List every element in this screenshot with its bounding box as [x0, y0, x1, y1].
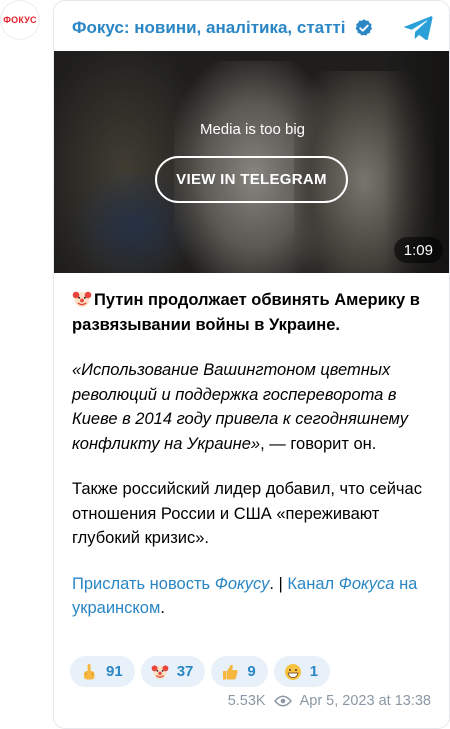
telegram-logo-icon[interactable] — [403, 15, 433, 41]
media-too-big-note: Media is too big — [199, 121, 306, 138]
thumbs-up-icon — [221, 663, 239, 681]
telegram-post-card: Фокус: новини, аналітика, статті Media i… — [53, 0, 450, 729]
clown-face-icon — [151, 663, 169, 681]
post-date[interactable]: Apr 5, 2023 at 13:38 — [300, 693, 431, 709]
reaction-count: 9 — [247, 663, 256, 680]
post-links-paragraph: Прислать новость Фокусу. | Канал Фокуса … — [72, 572, 432, 621]
reaction-count: 91 — [106, 663, 123, 680]
post-lead-paragraph: Путин продолжает обвинять Америку в разв… — [72, 288, 432, 337]
post-text: Путин продолжает обвинять Америку в разв… — [72, 288, 432, 642]
reaction-grinning[interactable]: 1 — [273, 656, 331, 687]
clown-face-icon — [72, 289, 92, 309]
channel-avatar[interactable]: ФОКУС — [0, 0, 40, 40]
post-quote-paragraph: «Использование Вашингтоном цветных револ… — [72, 358, 432, 456]
reaction-middle-finger[interactable]: 91 — [70, 656, 135, 687]
post-quote-tail: , — говорит он. — [260, 434, 377, 453]
reactions-bar: 91 37 9 1 — [70, 656, 331, 687]
reaction-count: 37 — [176, 663, 194, 680]
post-header: Фокус: новини, аналітика, статті — [72, 15, 437, 41]
links-end-dot: . — [160, 599, 165, 617]
video-media-preview[interactable]: Media is too big VIEW IN TELEGRAM 1:09 — [54, 51, 449, 273]
reaction-thumbs-up[interactable]: 9 — [211, 656, 268, 687]
post-paragraph-2: Также российский лидер добавил, что сейч… — [72, 480, 422, 547]
reaction-count: 1 — [309, 663, 319, 680]
grinning-face-icon — [284, 663, 302, 681]
verified-badge-icon — [354, 18, 374, 38]
middle-finger-icon — [80, 663, 98, 681]
channel-name-link[interactable]: Фокус: новини, аналітика, статті — [72, 18, 346, 38]
view-in-telegram-button[interactable]: VIEW IN TELEGRAM — [155, 156, 348, 203]
post-lead-text: Путин продолжает обвинять Америку в разв… — [72, 291, 420, 334]
reaction-clown[interactable]: 37 — [140, 656, 206, 687]
post-footer: 5.53K Apr 5, 2023 at 13:38 — [228, 693, 431, 709]
links-separator: . | — [269, 574, 288, 593]
eye-icon — [273, 695, 292, 707]
views-count: 5.53K — [227, 693, 266, 709]
avatar-logo-text: ФОКУС — [3, 15, 37, 25]
video-duration-badge: 1:09 — [393, 237, 443, 263]
send-news-link[interactable]: Прислать новость Фокусу — [72, 575, 269, 593]
